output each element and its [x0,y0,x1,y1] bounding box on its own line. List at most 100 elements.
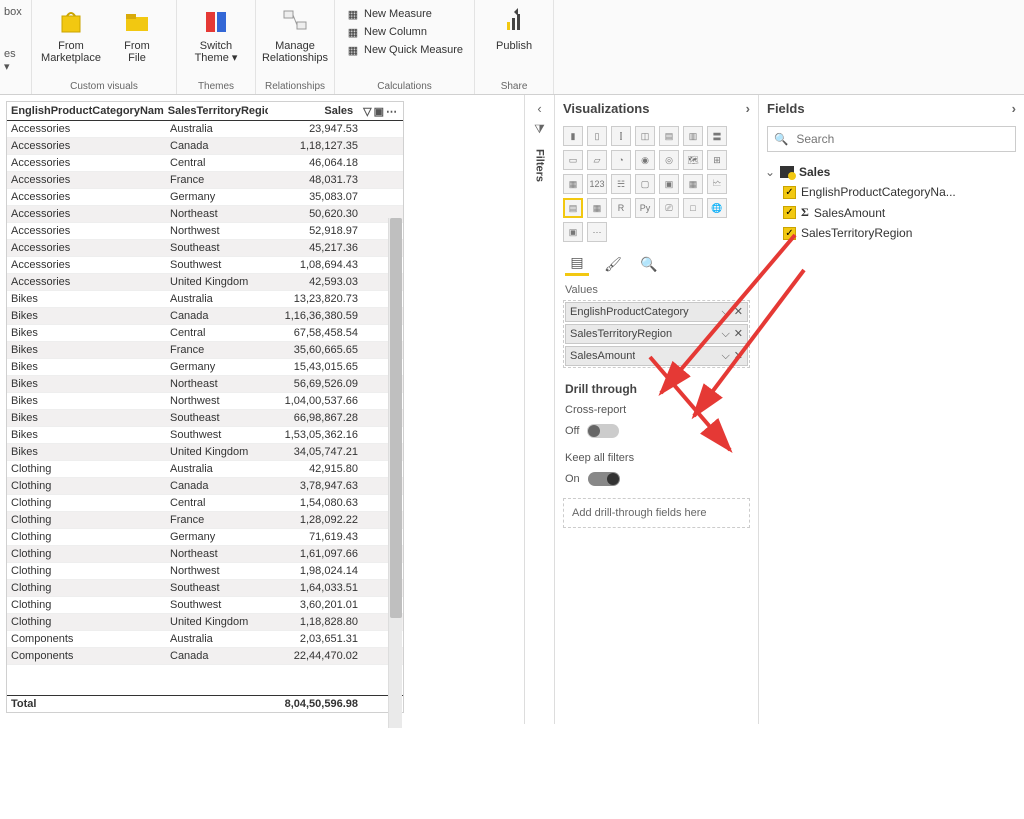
table-row[interactable]: ClothingSouthwest3,60,201.01 [7,597,403,614]
ribbon-button[interactable]: Publish [483,2,545,52]
format-tab-icon[interactable]: 🖌 [601,252,625,276]
table-row[interactable]: ClothingUnited Kingdom1,18,828.80 [7,614,403,631]
fields-table-row[interactable]: ⌄ Sales [765,162,1018,182]
remove-field-icon[interactable]: ✕ [730,350,743,362]
fields-tab-icon[interactable]: ▤ [565,252,589,276]
chevron-left-icon[interactable]: ‹ [537,101,541,116]
viz-type-button[interactable]: □ [683,198,703,218]
table-row[interactable]: BikesFrance35,60,665.65 [7,342,403,359]
viz-type-button[interactable]: ▮ [563,126,583,146]
table-row[interactable]: BikesUnited Kingdom34,05,747.21 [7,444,403,461]
cross-report-toggle[interactable] [587,424,619,438]
chevron-right-icon[interactable]: › [1012,101,1016,116]
field-well-item[interactable]: SalesAmount⌵✕ [565,346,748,366]
report-canvas[interactable]: EnglishProductCategoryName SalesTerritor… [0,95,524,724]
table-row[interactable]: ClothingAustralia42,915.80 [7,461,403,478]
checkbox-checked-icon[interactable]: ✓ [783,227,796,240]
field-item[interactable]: ✓ EnglishProductCategoryNa... [765,182,1018,202]
table-row[interactable]: AccessoriesNortheast50,620.30 [7,206,403,223]
ribbon-partial-dropdown[interactable]: es ▾ [4,48,23,73]
scrollbar-thumb[interactable] [390,218,402,618]
values-field-well[interactable]: EnglishProductCategory⌵✕SalesTerritoryRe… [563,300,750,368]
table-row[interactable]: BikesNortheast56,69,526.09 [7,376,403,393]
viz-type-button[interactable]: ▢ [635,174,655,194]
table-row[interactable]: ClothingCanada3,78,947.63 [7,478,403,495]
viz-type-button[interactable]: ▯ [587,126,607,146]
table-row[interactable]: ClothingNorthwest1,98,024.14 [7,563,403,580]
viz-type-button[interactable]: ▣ [659,174,679,194]
viz-type-button[interactable]: ▤ [659,126,679,146]
field-well-item[interactable]: EnglishProductCategory⌵✕ [565,302,748,322]
table-row[interactable]: AccessoriesAustralia23,947.53 [7,121,403,138]
ribbon-small-button[interactable]: ▦New Measure [343,6,466,22]
viz-type-button[interactable]: 🌐 [707,198,727,218]
field-item[interactable]: ✓ SalesTerritoryRegion [765,223,1018,243]
ribbon-button[interactable]: ManageRelationships [264,2,326,64]
keep-filters-toggle[interactable] [588,472,620,486]
remove-field-icon[interactable]: ✕ [730,306,743,318]
viz-type-button[interactable]: ▤ [563,198,583,218]
column-header[interactable]: SalesTerritoryRegion [164,102,269,120]
table-row[interactable]: BikesCentral67,58,458.54 [7,325,403,342]
table-row[interactable]: ClothingGermany71,619.43 [7,529,403,546]
viz-type-button[interactable]: ◎ [659,150,679,170]
viz-type-button[interactable]: ▦ [587,198,607,218]
table-row[interactable]: AccessoriesFrance48,031.73 [7,172,403,189]
chevron-down-icon[interactable]: ⌵ [717,328,729,340]
table-row[interactable]: AccessoriesGermany35,083.07 [7,189,403,206]
viz-type-button[interactable]: 123 [587,174,607,194]
drill-through-dropzone[interactable]: Add drill-through fields here [563,498,750,528]
field-well-item[interactable]: SalesTerritoryRegion⌵✕ [565,324,748,344]
remove-field-icon[interactable]: ✕ [730,328,743,340]
viz-type-button[interactable]: Py [635,198,655,218]
filter-icon[interactable]: ▽ [363,105,371,118]
filters-collapsed-tab[interactable]: ‹ ⧩ Filters [524,95,554,724]
viz-type-button[interactable]: ⊞ [707,150,727,170]
focus-mode-icon[interactable]: ▣ [374,105,384,118]
viz-type-button[interactable]: ⎚ [659,198,679,218]
table-row[interactable]: BikesSoutheast66,98,867.28 [7,410,403,427]
checkbox-checked-icon[interactable]: ✓ [783,186,796,199]
table-row[interactable]: BikesCanada1,16,36,380.59 [7,308,403,325]
table-row[interactable]: AccessoriesUnited Kingdom42,593.03 [7,274,403,291]
table-row[interactable]: AccessoriesCentral46,064.18 [7,155,403,172]
ribbon-button[interactable]: SwitchTheme ▾ [185,2,247,64]
viz-type-button[interactable]: ▭ [563,150,583,170]
table-row[interactable]: BikesAustralia13,23,820.73 [7,291,403,308]
column-header[interactable]: EnglishProductCategoryName [7,102,164,120]
table-row[interactable]: BikesSouthwest1,53,05,362.16 [7,427,403,444]
chevron-down-icon[interactable]: ⌵ [717,306,729,318]
table-row[interactable]: ClothingSoutheast1,64,033.51 [7,580,403,597]
viz-type-button[interactable]: ▦ [683,174,703,194]
table-row[interactable]: BikesGermany15,43,015.65 [7,359,403,376]
viz-type-button[interactable]: ▥ [683,126,703,146]
table-row[interactable]: ClothingCentral1,54,080.63 [7,495,403,512]
viz-type-button[interactable]: ▣ [563,222,583,242]
chevron-down-icon[interactable]: ⌄ [765,165,775,179]
table-row[interactable]: AccessoriesSouthwest1,08,694.43 [7,257,403,274]
table-row[interactable]: ComponentsCanada22,44,470.02 [7,648,403,665]
table-row[interactable]: BikesNorthwest1,04,00,537.66 [7,393,403,410]
viz-type-button[interactable]: ▦ [563,174,583,194]
table-visual[interactable]: EnglishProductCategoryName SalesTerritor… [6,101,404,713]
viz-type-button[interactable]: ☵ [611,174,631,194]
viz-type-button[interactable]: ⋯ [587,222,607,242]
more-options-icon[interactable]: ⋯ [386,105,397,118]
table-row[interactable]: ClothingNortheast1,61,097.66 [7,546,403,563]
viz-type-button[interactable]: R [611,198,631,218]
table-row[interactable]: AccessoriesCanada1,18,127.35 [7,138,403,155]
viz-type-button[interactable]: 🗠 [707,174,727,194]
table-row[interactable]: AccessoriesNorthwest52,918.97 [7,223,403,240]
ribbon-small-button[interactable]: ▦New Quick Measure [343,42,466,58]
table-row[interactable]: AccessoriesSoutheast45,217.36 [7,240,403,257]
viz-type-button[interactable]: ◉ [635,150,655,170]
ribbon-button[interactable]: FromMarketplace [40,2,102,64]
analytics-tab-icon[interactable]: 🔍 [637,252,661,276]
checkbox-checked-icon[interactable]: ✓ [783,206,796,219]
viz-type-button[interactable]: ▱ [587,150,607,170]
viz-type-button[interactable]: ⫿ [611,126,631,146]
search-input[interactable] [794,131,1009,147]
column-header[interactable]: Sales [268,102,357,120]
ribbon-small-button[interactable]: ▦New Column [343,24,466,40]
viz-type-button[interactable]: ◫ [635,126,655,146]
